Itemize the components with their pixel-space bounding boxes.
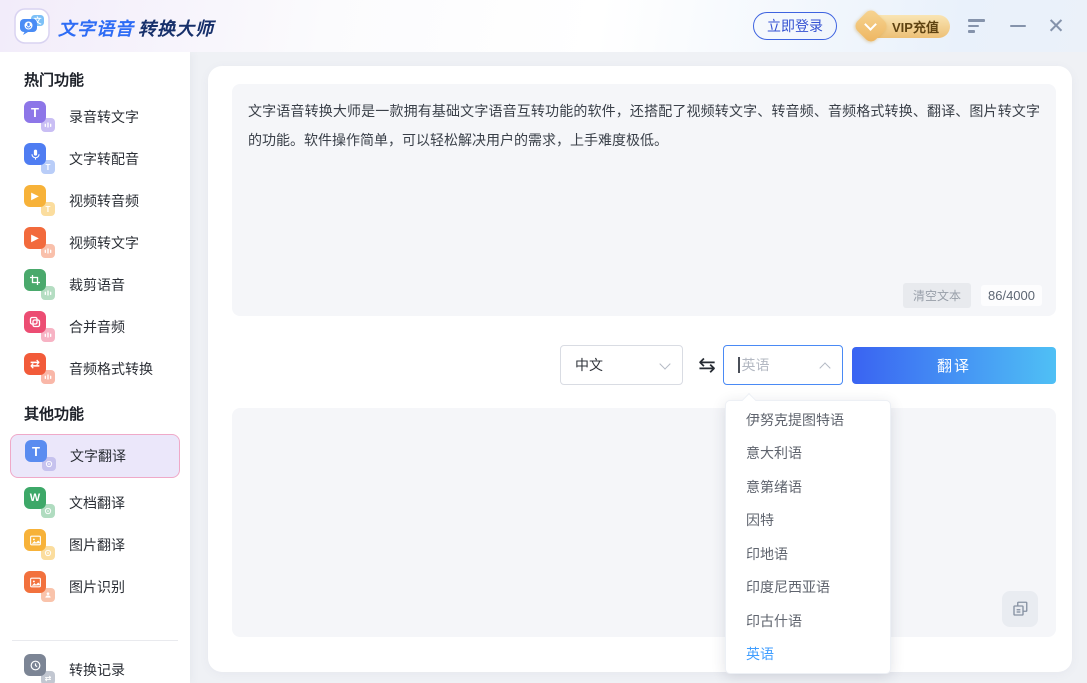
app-window: { "app": { "brand_primary": "文字语音", "bra…	[0, 0, 1087, 683]
close-button[interactable]: ✕	[1044, 14, 1068, 38]
sidebar-item-document-translate[interactable]: W 文档翻译	[10, 486, 180, 520]
sidebar-item-label: 裁剪语音	[69, 275, 125, 295]
sidebar-item-text-to-speech[interactable]: T 文字转配音	[10, 142, 180, 176]
main-content-card: 文字语音转换大师是一款拥有基础文字语音互转功能的软件，还搭配了视频转文字、转音频…	[208, 66, 1072, 672]
text-icon: T	[25, 440, 47, 462]
sidebar-item-merge-audio[interactable]: 合并音频	[10, 310, 180, 344]
translate-button[interactable]: 翻译	[852, 347, 1056, 384]
chevron-up-icon	[819, 362, 830, 373]
target-language-value: 英语	[742, 355, 770, 375]
close-icon: ✕	[1047, 16, 1065, 37]
app-title-secondary: 转换大师	[138, 19, 214, 39]
dropdown-option[interactable]: 印度尼西亚语	[726, 571, 890, 605]
crop-icon	[24, 269, 46, 291]
sidebar-item-label: 文字转配音	[69, 149, 139, 169]
dropdown-option[interactable]: 意大利语	[726, 437, 890, 471]
text-cursor	[738, 357, 740, 373]
section-title-hot: 热门功能	[24, 69, 190, 90]
sidebar-divider	[12, 640, 178, 641]
microphone-icon	[24, 143, 46, 165]
sidebar-item-label: 转换记录	[69, 660, 125, 680]
char-count: 86/4000	[981, 285, 1042, 306]
language-dropdown: 伊努克提图特语 意大利语 意第绪语 因特 印地语 印度尼西亚语 印古什语 英语	[725, 400, 891, 674]
dropdown-option[interactable]: 因特	[726, 504, 890, 538]
input-text: 文字语音转换大师是一款拥有基础文字语音互转功能的软件，还搭配了视频转文字、转音频…	[248, 97, 1040, 155]
text-icon: T	[24, 101, 46, 123]
word-doc-icon: W	[24, 487, 46, 509]
dropdown-option[interactable]: 意第绪语	[726, 470, 890, 504]
copy-icon	[1011, 600, 1029, 618]
history-clock-icon	[24, 654, 46, 676]
sidebar-item-audio-format-convert[interactable]: ⇄ 音频格式转换	[10, 352, 180, 386]
dropdown-option-selected[interactable]: 英语	[726, 638, 890, 672]
sidebar-item-label: 合并音频	[69, 317, 125, 337]
sidebar-item-conversion-history[interactable]: ⇄ 转换记录	[10, 653, 180, 683]
dropdown-option[interactable]: 印地语	[726, 537, 890, 571]
sidebar-item-record-to-text[interactable]: T 录音转文字	[10, 100, 180, 134]
copy-icon	[24, 311, 46, 333]
app-title-primary: 文字语音	[58, 19, 134, 39]
app-logo-icon: 文	[14, 8, 50, 44]
sidebar-item-label: 图片翻译	[69, 535, 125, 555]
input-footer: 清空文本 86/4000	[903, 283, 1042, 308]
menu-icon[interactable]	[968, 14, 992, 38]
dropdown-option[interactable]: 伊努克提图特语	[726, 403, 890, 437]
sidebar-item-video-to-audio[interactable]: ▶ T 视频转音频	[10, 184, 180, 218]
image-icon	[24, 571, 46, 593]
sidebar-item-label: 图片识别	[69, 577, 125, 597]
clear-text-button[interactable]: 清空文本	[903, 283, 971, 308]
play-icon: ▶	[24, 227, 46, 249]
sidebar: 热门功能 T 录音转文字 T 文字转配音 ▶ T 视频转音频 ▶ 视频转文字	[0, 52, 190, 683]
vip-recharge-button[interactable]: VIP充值	[857, 13, 950, 40]
minimize-icon	[1010, 25, 1026, 27]
translation-result-area	[232, 408, 1056, 637]
source-language-select[interactable]: 中文	[560, 345, 683, 385]
play-icon: ▶	[24, 185, 46, 207]
sidebar-item-text-translate[interactable]: T 文字翻译	[10, 434, 180, 478]
app-title: 文字语音转换大师	[58, 15, 214, 41]
topbar: 文 文字语音转换大师 立即登录 VIP充值 ✕	[0, 0, 1087, 52]
chevron-down-icon	[659, 358, 670, 369]
sidebar-item-image-translate[interactable]: 图片翻译	[10, 528, 180, 562]
text-input-area[interactable]: 文字语音转换大师是一款拥有基础文字语音互转功能的软件，还搭配了视频转文字、转音频…	[232, 84, 1056, 316]
sidebar-item-video-to-text[interactable]: ▶ 视频转文字	[10, 226, 180, 260]
sidebar-item-trim-audio[interactable]: 裁剪语音	[10, 268, 180, 302]
sidebar-item-label: 视频转音频	[69, 191, 139, 211]
copy-result-button[interactable]	[1002, 591, 1038, 627]
sidebar-item-image-recognition[interactable]: 图片识别	[10, 570, 180, 604]
source-language-value: 中文	[575, 355, 603, 375]
sidebar-item-label: 录音转文字	[69, 107, 139, 127]
image-icon	[24, 529, 46, 551]
target-language-select[interactable]: 英语	[723, 345, 843, 385]
section-title-other: 其他功能	[24, 403, 190, 424]
minimize-button[interactable]	[1006, 14, 1030, 38]
swap-arrows-icon: ⇄	[24, 353, 46, 375]
sidebar-item-label: 音频格式转换	[69, 359, 153, 379]
swap-languages-icon[interactable]: ⇆	[690, 345, 724, 385]
sidebar-item-label: 视频转文字	[69, 233, 139, 253]
login-button[interactable]: 立即登录	[753, 12, 837, 40]
sidebar-item-label: 文档翻译	[69, 493, 125, 513]
sidebar-item-label: 文字翻译	[70, 446, 126, 466]
dropdown-option[interactable]: 印古什语	[726, 604, 890, 638]
